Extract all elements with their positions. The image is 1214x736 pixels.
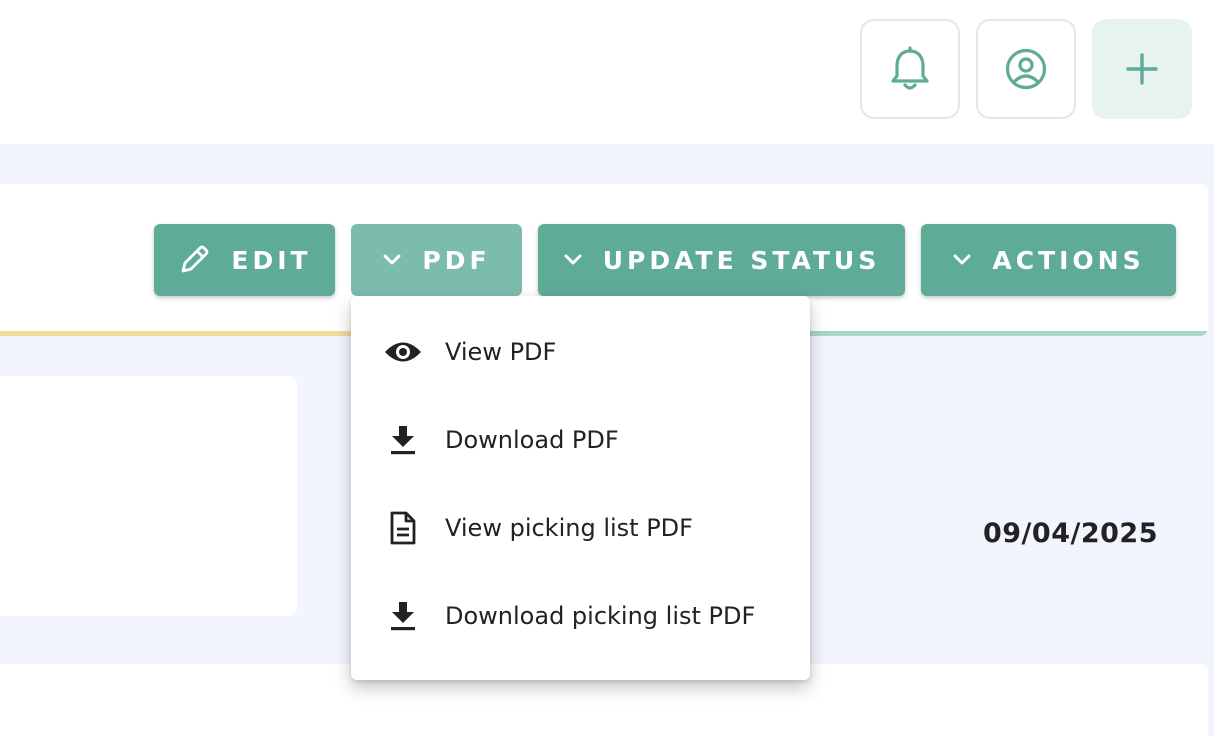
menu-item-view-picking-list-pdf[interactable]: View picking list PDF xyxy=(351,484,810,572)
menu-item-download-pdf[interactable]: Download PDF xyxy=(351,396,810,484)
eye-icon xyxy=(383,332,423,372)
menu-item-label: View PDF xyxy=(445,338,557,366)
edit-button-label: EDIT xyxy=(231,245,312,275)
order-date: 09/04/2025 xyxy=(982,518,1158,549)
download-icon xyxy=(383,596,423,636)
update-status-button-label: UPDATE STATUS xyxy=(602,245,881,275)
plus-icon xyxy=(1126,53,1158,85)
profile-button[interactable] xyxy=(976,19,1076,119)
menu-item-download-picking-list-pdf[interactable]: Download picking list PDF xyxy=(351,572,810,660)
pdf-dropdown-menu: View PDF Download PDF View picking list … xyxy=(351,296,810,680)
menu-item-label: Download picking list PDF xyxy=(445,602,756,630)
update-status-button[interactable]: UPDATE STATUS xyxy=(538,224,905,296)
top-bar xyxy=(0,0,1214,144)
document-icon xyxy=(383,508,423,548)
download-icon xyxy=(383,420,423,460)
pdf-button[interactable]: PDF xyxy=(351,224,522,296)
menu-item-label: View picking list PDF xyxy=(445,514,693,542)
pdf-button-label: PDF xyxy=(422,245,491,275)
chevron-down-icon xyxy=(563,253,583,267)
order-info-card xyxy=(0,376,297,616)
chevron-down-icon xyxy=(382,253,402,267)
actions-button[interactable]: ACTIONS xyxy=(921,224,1176,296)
edit-button[interactable]: EDIT xyxy=(154,224,335,296)
notifications-button[interactable] xyxy=(860,19,960,119)
user-circle-icon xyxy=(1005,48,1047,90)
add-button[interactable] xyxy=(1092,19,1192,119)
pencil-icon xyxy=(177,243,211,277)
bell-icon xyxy=(891,46,929,90)
menu-item-view-pdf[interactable]: View PDF xyxy=(351,308,810,396)
actions-button-label: ACTIONS xyxy=(992,245,1145,275)
menu-item-label: Download PDF xyxy=(445,426,619,454)
chevron-down-icon xyxy=(952,253,972,267)
